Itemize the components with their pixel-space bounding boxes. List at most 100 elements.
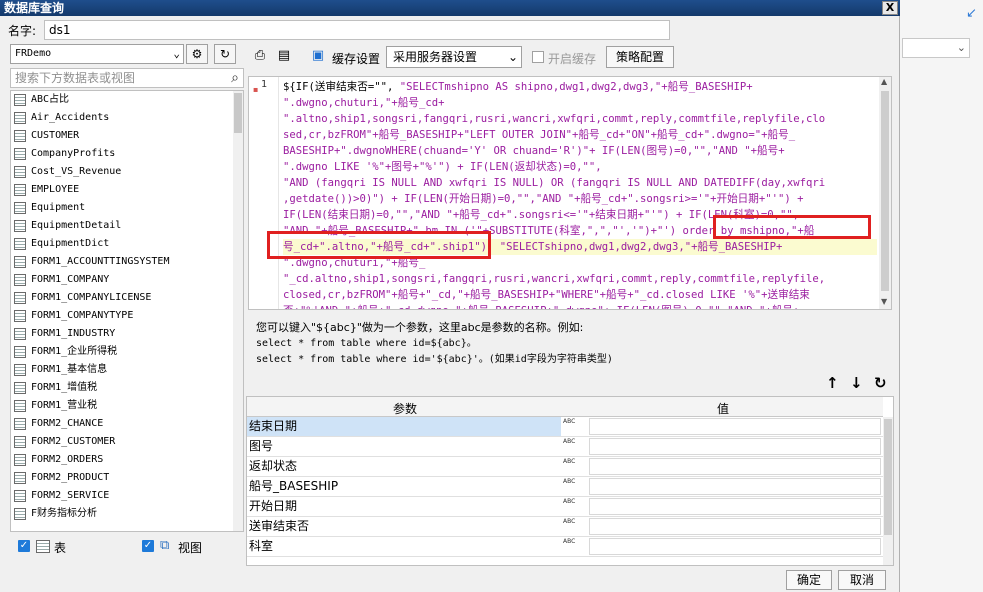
right-panel: ⎙ ▤ ▣ 缓存设置 采用服务器设置 ⌄ 开启缓存 策略配置 ▪ 1 ${IF(… (246, 44, 894, 568)
background-select[interactable]: ⌄ (902, 38, 970, 58)
parameter-row[interactable]: 船号_BASESHIP ABC (247, 477, 883, 497)
ok-button[interactable]: 确定 (786, 570, 832, 590)
show-tables-checkbox[interactable]: ✓ (18, 540, 30, 552)
scrollbar-thumb[interactable] (884, 419, 892, 535)
table-list-item[interactable]: FORM1_增值税 (11, 379, 243, 397)
refresh-button[interactable]: ↻ (214, 44, 236, 64)
title-bar: 数据库查询 X (0, 0, 900, 16)
string-type-icon[interactable]: ABC (563, 478, 587, 495)
parameter-row[interactable]: 开始日期 ABC (247, 497, 883, 517)
parameter-row[interactable]: 结束日期 ABC (247, 417, 883, 437)
table-list-item[interactable]: Air_Accidents (11, 109, 243, 127)
table-list-item[interactable]: F财务指标分析 (11, 505, 243, 523)
table-list-item[interactable]: ABC占比 (11, 91, 243, 109)
move-down-icon[interactable]: ↓ (850, 374, 863, 392)
code-text: ,getdate())>0)") + IF(LEN(开始日期)=0,"","AN… (283, 193, 804, 205)
editor-scrollbar[interactable]: ▲ ▼ (879, 77, 891, 309)
string-type-icon[interactable]: ABC (563, 458, 587, 475)
table-list-item[interactable]: EquipmentDetail (11, 217, 243, 235)
name-input[interactable]: ds1 (44, 20, 670, 40)
table-list-item[interactable]: Cost_VS_Revenue (11, 163, 243, 181)
parameter-row[interactable]: 返却状态 ABC (247, 457, 883, 477)
scroll-down-icon[interactable]: ▼ (881, 297, 887, 306)
parameter-value-input[interactable] (589, 418, 881, 435)
table-list-item[interactable]: FORM2_SERVICE (11, 487, 243, 505)
table-list-item[interactable]: FORM2_PRODUCT (11, 469, 243, 487)
code-line: 否+"%'AND "+船号+"_cd.dwgno="+船号_BASESHIP+"… (283, 303, 877, 309)
table-list-item[interactable]: FORM1_ACCOUNTTINGSYSTEM (11, 253, 243, 271)
move-up-icon[interactable]: ↑ (826, 374, 839, 392)
fold-marker-icon[interactable]: ▪ (253, 85, 258, 94)
parameter-value-input[interactable] (589, 538, 881, 555)
code-text: 否+"%'AND "+船号+"_cd.dwgno="+船号_BASESHIP+"… (283, 305, 799, 309)
string-type-icon[interactable]: ABC (563, 498, 587, 515)
table-name: EquipmentDict (31, 238, 110, 249)
refresh-params-icon[interactable]: ↻ (874, 374, 887, 392)
connection-settings-button[interactable]: ⚙ (186, 44, 208, 64)
parameter-value-input[interactable] (589, 458, 881, 475)
scroll-up-icon[interactable]: ▲ (881, 77, 887, 86)
cache-icon[interactable]: ▣ (310, 48, 326, 64)
left-panel: FRDemo ⌄ ⚙ ↻ 搜索下方数据表或视图 ⌕ ABC占比 Air_Accid… (8, 44, 244, 568)
table-list-item[interactable]: FORM1_COMPANY (11, 271, 243, 289)
string-type-icon[interactable]: ABC (563, 418, 587, 435)
table-list-item[interactable]: EquipmentDict (11, 235, 243, 253)
enable-cache-checkbox[interactable] (532, 51, 544, 63)
table-search-input[interactable]: 搜索下方数据表或视图 ⌕ (10, 68, 244, 88)
table-list-item[interactable]: FORM1_COMPANYTYPE (11, 307, 243, 325)
table-name: ABC占比 (31, 94, 70, 105)
close-button[interactable]: X (882, 1, 898, 15)
table-icon (14, 238, 26, 250)
cache-mode-select[interactable]: 采用服务器设置 ⌄ (386, 46, 522, 68)
table-list-item[interactable]: FORM1_企业所得税 (11, 343, 243, 361)
table-list-item[interactable]: FORM2_ORDERS (11, 451, 243, 469)
strategy-config-button[interactable]: 策略配置 (606, 46, 674, 68)
table-icon (36, 540, 50, 553)
datasource-select[interactable]: FRDemo ⌄ (10, 44, 184, 64)
string-type-icon[interactable]: ABC (563, 538, 587, 555)
chevron-down-icon: ⌄ (507, 50, 518, 64)
table-name: F财务指标分析 (31, 508, 98, 519)
table-list-scrollbar[interactable] (233, 91, 243, 531)
parameter-table-scrollbar[interactable] (883, 417, 893, 565)
cancel-button[interactable]: 取消 (838, 570, 886, 590)
parameter-row[interactable]: 科室 ABC (247, 537, 883, 557)
table-list-item[interactable]: EMPLOYEE (11, 181, 243, 199)
table-list-item[interactable]: Equipment (11, 199, 243, 217)
show-views-checkbox[interactable]: ✓ (142, 540, 154, 552)
table-list-item[interactable]: FORM1_COMPANYLICENSE (11, 289, 243, 307)
parameter-name: 开始日期 (249, 499, 298, 513)
sql-code[interactable]: ${IF(送审结束否="", "SELECTmshipno AS shipno,… (283, 79, 877, 309)
search-placeholder: 搜索下方数据表或视图 (15, 71, 136, 85)
code-text: ".altno,ship1,songsri,fangqri,rusri,wanc… (283, 113, 826, 125)
parameter-row[interactable]: 送审结束否 ABC (247, 517, 883, 537)
string-type-icon[interactable]: ABC (563, 438, 587, 455)
scrollbar-thumb[interactable] (881, 91, 889, 291)
code-text: "_cd.altno,ship1,songsri,fangqri,rusri,w… (283, 273, 826, 285)
parameter-value-input[interactable] (589, 518, 881, 535)
parameter-value-input[interactable] (589, 438, 881, 455)
table-list-item[interactable]: FORM1_营业税 (11, 397, 243, 415)
table-list-item[interactable]: CompanyProfits (11, 145, 243, 163)
parameter-value-input[interactable] (589, 478, 881, 495)
string-type-icon[interactable]: ABC (563, 518, 587, 535)
sql-editor[interactable]: ▪ 1 ${IF(送审结束否="", "SELECTmshipno AS shi… (248, 76, 892, 310)
parameter-row[interactable]: 图号 ABC (247, 437, 883, 457)
table-list-item[interactable]: FORM1_INDUSTRY (11, 325, 243, 343)
parameter-value-input[interactable] (589, 498, 881, 515)
expand-arrow-icon[interactable]: ↙ (966, 6, 977, 21)
table-list[interactable]: ABC占比 Air_Accidents CUSTOMER CompanyProfits… (10, 90, 244, 532)
table-icon (14, 166, 26, 178)
table-list-item[interactable]: FORM2_CUSTOMER (11, 433, 243, 451)
format-icon[interactable]: ▤ (276, 48, 292, 64)
table-icon (14, 184, 26, 196)
scrollbar-thumb[interactable] (234, 93, 242, 133)
parameter-name: 科室 (249, 539, 274, 553)
table-list-item[interactable]: FORM1_基本信息 (11, 361, 243, 379)
preview-icon[interactable]: ⎙ (252, 48, 268, 64)
datasource-value: FRDemo (15, 48, 52, 59)
table-icon (14, 382, 26, 394)
table-list-item[interactable]: CUSTOMER (11, 127, 243, 145)
table-list-item[interactable]: FORM2_CHANCE (11, 415, 243, 433)
chevron-down-icon: ⌄ (173, 47, 180, 60)
